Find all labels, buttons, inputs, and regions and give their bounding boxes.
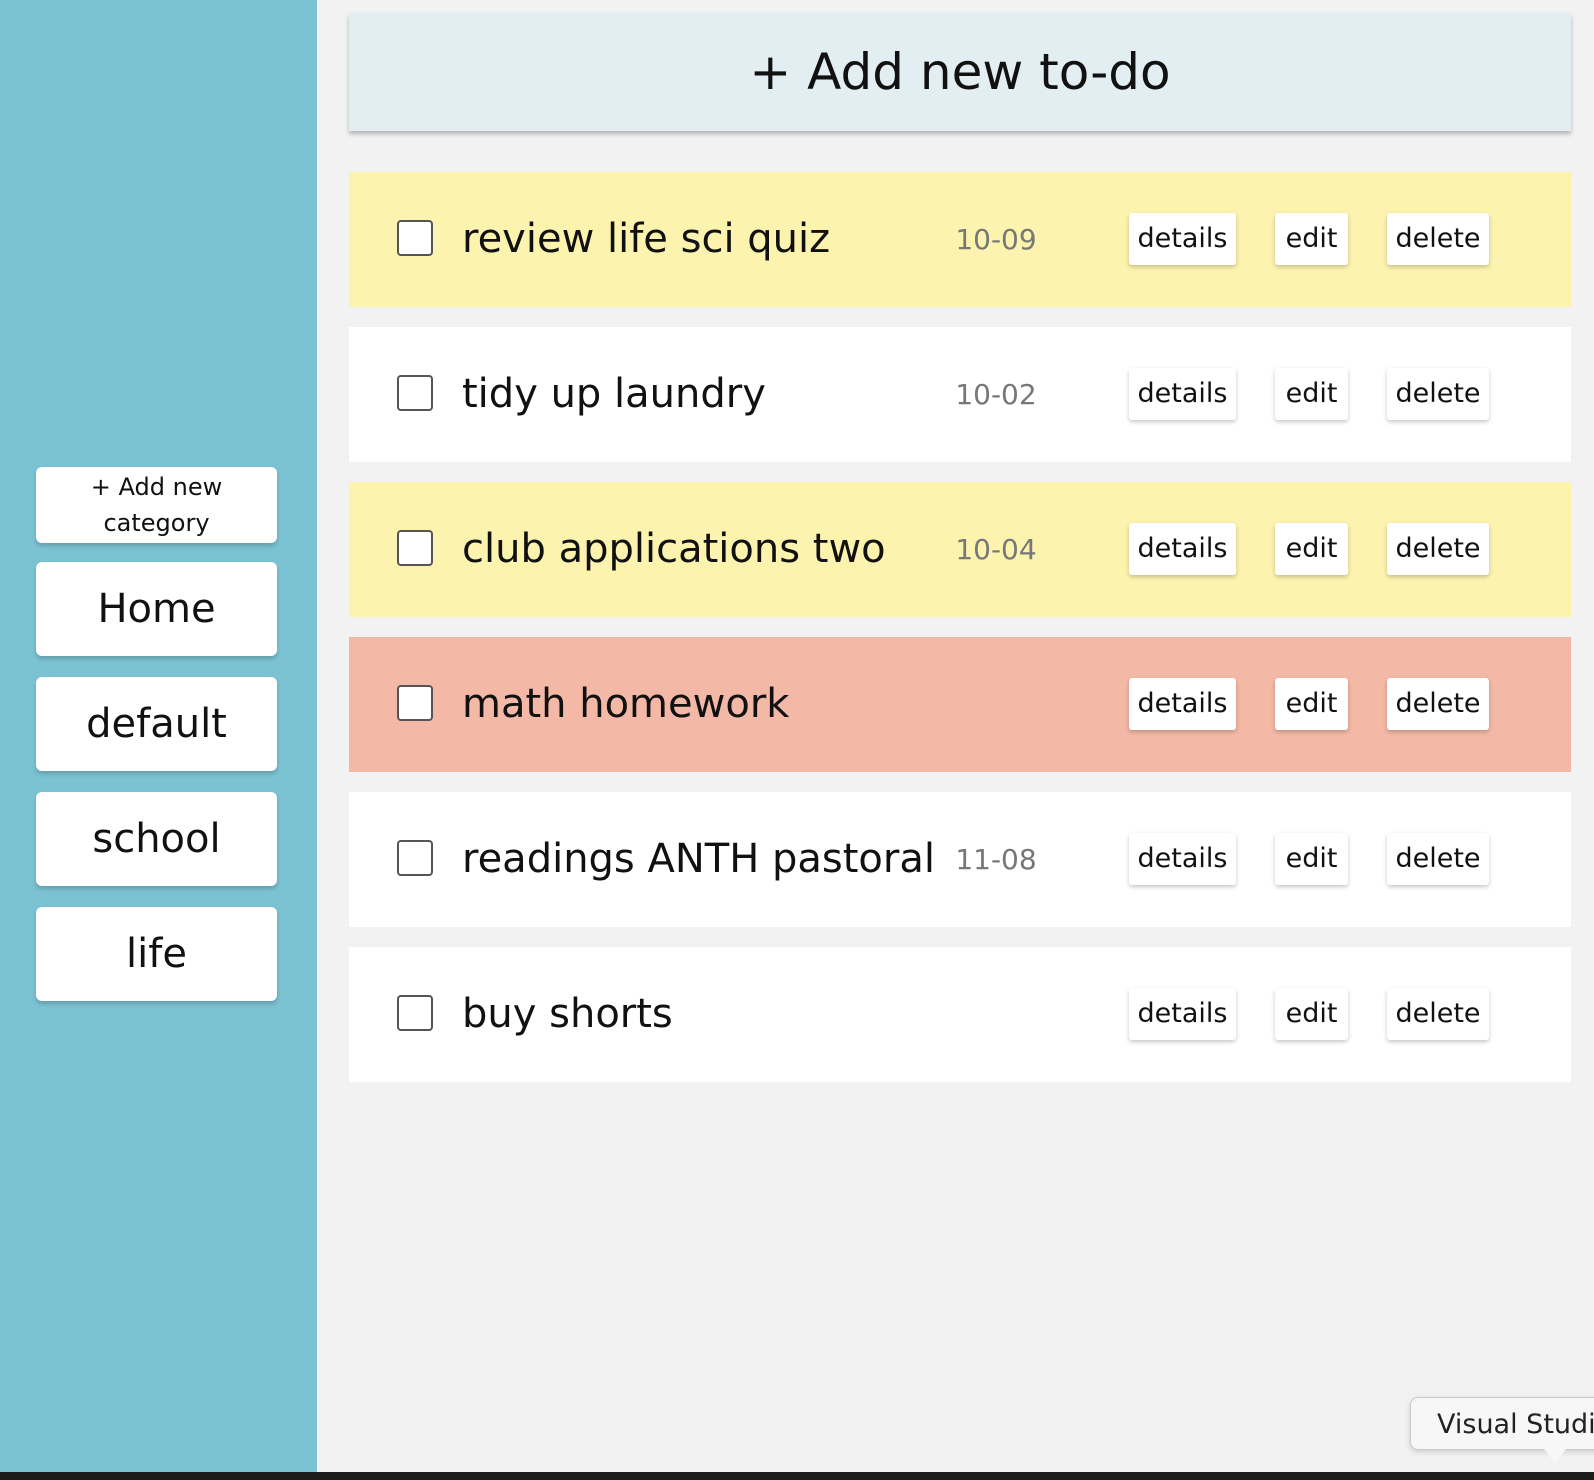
todo-checkbox[interactable] <box>397 840 433 876</box>
todo-date: 10-04 <box>955 533 1037 566</box>
todo-checkbox[interactable] <box>397 375 433 411</box>
visual-studio-tooltip: Visual Studio <box>1410 1397 1594 1450</box>
todo-checkbox[interactable] <box>397 685 433 721</box>
add-todo-button[interactable]: + Add new to-do <box>349 13 1571 131</box>
todo-title: review life sci quiz <box>462 216 831 262</box>
category-life-button[interactable]: life <box>36 907 277 1001</box>
app-window: + Add new category Home default school l… <box>0 0 1594 1472</box>
details-button[interactable]: details <box>1129 988 1236 1040</box>
details-button[interactable]: details <box>1129 368 1236 420</box>
todo-date: 11-08 <box>955 843 1037 876</box>
delete-button[interactable]: delete <box>1387 523 1489 575</box>
delete-button[interactable]: delete <box>1387 833 1489 885</box>
todo-checkbox[interactable] <box>397 220 433 256</box>
delete-button[interactable]: delete <box>1387 213 1489 265</box>
todo-main-panel: + Add new to-do review life sci quiz 10-… <box>317 0 1594 1472</box>
edit-button[interactable]: edit <box>1275 678 1348 730</box>
todo-row: math homework details edit delete <box>349 637 1571 772</box>
todo-checkbox[interactable] <box>397 530 433 566</box>
details-button[interactable]: details <box>1129 213 1236 265</box>
delete-button[interactable]: delete <box>1387 988 1489 1040</box>
todo-row: buy shorts details edit delete <box>349 947 1571 1082</box>
todo-checkbox[interactable] <box>397 995 433 1031</box>
category-school-button[interactable]: school <box>36 792 277 886</box>
edit-button[interactable]: edit <box>1275 833 1348 885</box>
todo-row: readings ANTH pastoral 11-08 details edi… <box>349 792 1571 927</box>
todo-title: readings ANTH pastoral <box>462 836 935 882</box>
todo-row: club applications two 10-04 details edit… <box>349 482 1571 617</box>
edit-button[interactable]: edit <box>1275 213 1348 265</box>
todo-row: review life sci quiz 10-09 details edit … <box>349 172 1571 307</box>
todo-date: 10-02 <box>955 378 1037 411</box>
details-button[interactable]: details <box>1129 833 1236 885</box>
todo-date <box>949 947 1043 1082</box>
todo-title: club applications two <box>462 526 886 572</box>
details-button[interactable]: details <box>1129 523 1236 575</box>
edit-button[interactable]: edit <box>1275 988 1348 1040</box>
todo-row: tidy up laundry 10-02 details edit delet… <box>349 327 1571 462</box>
todo-date <box>949 637 1043 772</box>
todo-title: math homework <box>462 681 790 727</box>
sidebar: + Add new category Home default school l… <box>0 0 317 1472</box>
todo-title: buy shorts <box>462 991 673 1037</box>
todo-title: tidy up laundry <box>462 371 766 417</box>
delete-button[interactable]: delete <box>1387 678 1489 730</box>
edit-button[interactable]: edit <box>1275 523 1348 575</box>
add-category-button[interactable]: + Add new category <box>36 467 277 543</box>
category-default-button[interactable]: default <box>36 677 277 771</box>
category-home-button[interactable]: Home <box>36 562 277 656</box>
todo-date: 10-09 <box>955 223 1037 256</box>
tooltip-arrow <box>1544 1449 1566 1463</box>
delete-button[interactable]: delete <box>1387 368 1489 420</box>
details-button[interactable]: details <box>1129 678 1236 730</box>
edit-button[interactable]: edit <box>1275 368 1348 420</box>
